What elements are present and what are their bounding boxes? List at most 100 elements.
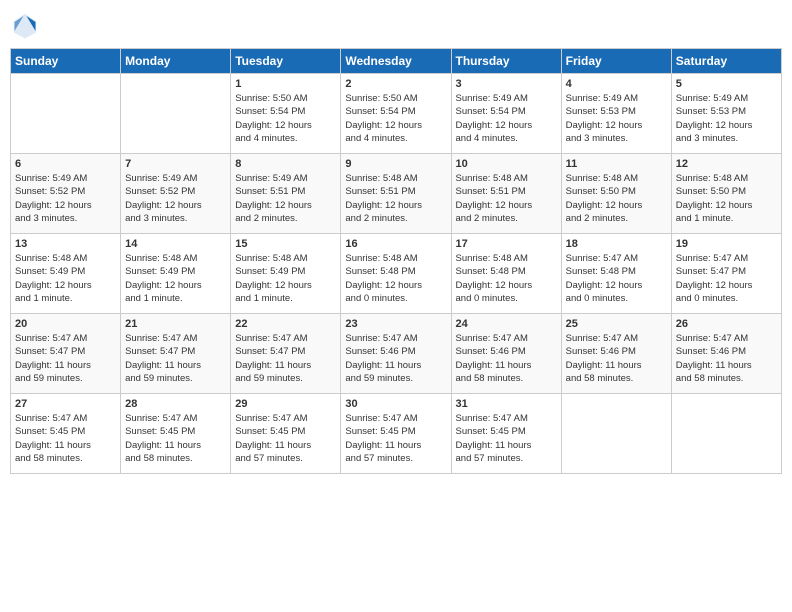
calendar-cell (121, 74, 231, 154)
day-number: 3 (456, 78, 557, 90)
day-number: 20 (15, 318, 116, 330)
calendar-cell: 8 Sunrise: 5:49 AM Sunset: 5:51 PM Daylig… (231, 154, 341, 234)
day-number: 13 (15, 238, 116, 250)
day-info: Sunrise: 5:49 AM Sunset: 5:52 PM Dayligh… (125, 172, 226, 225)
calendar-cell: 30 Sunrise: 5:47 AM Sunset: 5:45 PM Dayli… (341, 394, 451, 474)
calendar-cell: 12 Sunrise: 5:48 AM Sunset: 5:50 PM Dayli… (671, 154, 781, 234)
day-info: Sunrise: 5:49 AM Sunset: 5:53 PM Dayligh… (676, 92, 777, 145)
logo-icon (10, 10, 40, 40)
day-number: 17 (456, 238, 557, 250)
logo (10, 10, 44, 40)
day-info: Sunrise: 5:48 AM Sunset: 5:48 PM Dayligh… (345, 252, 446, 305)
day-number: 18 (566, 238, 667, 250)
day-info: Sunrise: 5:47 AM Sunset: 5:47 PM Dayligh… (235, 332, 336, 385)
day-number: 30 (345, 398, 446, 410)
calendar-cell: 9 Sunrise: 5:48 AM Sunset: 5:51 PM Daylig… (341, 154, 451, 234)
calendar-cell: 19Sunrise: 5:47 AM Sunset: 5:47 PM Dayli… (671, 234, 781, 314)
day-info: Sunrise: 5:47 AM Sunset: 5:45 PM Dayligh… (125, 412, 226, 465)
calendar-table: SundayMondayTuesdayWednesdayThursdayFrid… (10, 48, 782, 474)
day-number: 29 (235, 398, 336, 410)
day-info: Sunrise: 5:47 AM Sunset: 5:47 PM Dayligh… (125, 332, 226, 385)
day-info: Sunrise: 5:47 AM Sunset: 5:45 PM Dayligh… (15, 412, 116, 465)
day-number: 14 (125, 238, 226, 250)
day-info: Sunrise: 5:47 AM Sunset: 5:46 PM Dayligh… (456, 332, 557, 385)
calendar-cell: 31 Sunrise: 5:47 AM Sunset: 5:45 PM Dayli… (451, 394, 561, 474)
day-header-monday: Monday (121, 49, 231, 74)
calendar-cell: 5 Sunrise: 5:49 AM Sunset: 5:53 PM Daylig… (671, 74, 781, 154)
day-info: Sunrise: 5:50 AM Sunset: 5:54 PM Dayligh… (235, 92, 336, 145)
calendar-cell: 28 Sunrise: 5:47 AM Sunset: 5:45 PM Dayli… (121, 394, 231, 474)
day-number: 19 (676, 238, 777, 250)
calendar-cell: 25Sunrise: 5:47 AM Sunset: 5:46 PM Dayli… (561, 314, 671, 394)
day-info: Sunrise: 5:47 AM Sunset: 5:45 PM Dayligh… (456, 412, 557, 465)
day-number: 27 (15, 398, 116, 410)
day-info: Sunrise: 5:48 AM Sunset: 5:50 PM Dayligh… (676, 172, 777, 225)
day-info: Sunrise: 5:48 AM Sunset: 5:48 PM Dayligh… (456, 252, 557, 305)
day-info: Sunrise: 5:48 AM Sunset: 5:49 PM Dayligh… (235, 252, 336, 305)
calendar-cell (671, 394, 781, 474)
day-header-friday: Friday (561, 49, 671, 74)
day-header-tuesday: Tuesday (231, 49, 341, 74)
day-number: 16 (345, 238, 446, 250)
day-number: 9 (345, 158, 446, 170)
calendar-header-row: SundayMondayTuesdayWednesdayThursdayFrid… (11, 49, 782, 74)
day-info: Sunrise: 5:50 AM Sunset: 5:54 PM Dayligh… (345, 92, 446, 145)
calendar-week-1: 1 Sunrise: 5:50 AM Sunset: 5:54 PM Daylig… (11, 74, 782, 154)
calendar-cell: 2Sunrise: 5:50 AM Sunset: 5:54 PM Daylig… (341, 74, 451, 154)
day-number: 4 (566, 78, 667, 90)
calendar-cell: 15 Sunrise: 5:48 AM Sunset: 5:49 PM Dayli… (231, 234, 341, 314)
calendar-body: 1 Sunrise: 5:50 AM Sunset: 5:54 PM Daylig… (11, 74, 782, 474)
page-header (10, 10, 782, 40)
calendar-cell: 6Sunrise: 5:49 AM Sunset: 5:52 PM Daylig… (11, 154, 121, 234)
calendar-cell: 18 Sunrise: 5:47 AM Sunset: 5:48 PM Dayli… (561, 234, 671, 314)
day-info: Sunrise: 5:49 AM Sunset: 5:54 PM Dayligh… (456, 92, 557, 145)
day-number: 15 (235, 238, 336, 250)
day-number: 8 (235, 158, 336, 170)
calendar-cell: 3 Sunrise: 5:49 AM Sunset: 5:54 PM Daylig… (451, 74, 561, 154)
calendar-cell: 7Sunrise: 5:49 AM Sunset: 5:52 PM Daylig… (121, 154, 231, 234)
calendar-cell: 29 Sunrise: 5:47 AM Sunset: 5:45 PM Dayli… (231, 394, 341, 474)
day-number: 10 (456, 158, 557, 170)
day-number: 1 (235, 78, 336, 90)
day-number: 22 (235, 318, 336, 330)
day-info: Sunrise: 5:49 AM Sunset: 5:53 PM Dayligh… (566, 92, 667, 145)
calendar-cell: 22 Sunrise: 5:47 AM Sunset: 5:47 PM Dayli… (231, 314, 341, 394)
day-info: Sunrise: 5:47 AM Sunset: 5:48 PM Dayligh… (566, 252, 667, 305)
day-info: Sunrise: 5:47 AM Sunset: 5:47 PM Dayligh… (15, 332, 116, 385)
day-info: Sunrise: 5:49 AM Sunset: 5:52 PM Dayligh… (15, 172, 116, 225)
calendar-week-2: 6Sunrise: 5:49 AM Sunset: 5:52 PM Daylig… (11, 154, 782, 234)
calendar-cell (561, 394, 671, 474)
day-number: 25 (566, 318, 667, 330)
calendar-cell (11, 74, 121, 154)
calendar-cell: 26Sunrise: 5:47 AM Sunset: 5:46 PM Dayli… (671, 314, 781, 394)
calendar-cell: 11 Sunrise: 5:48 AM Sunset: 5:50 PM Dayli… (561, 154, 671, 234)
calendar-cell: 14Sunrise: 5:48 AM Sunset: 5:49 PM Dayli… (121, 234, 231, 314)
day-info: Sunrise: 5:47 AM Sunset: 5:45 PM Dayligh… (345, 412, 446, 465)
calendar-cell: 21Sunrise: 5:47 AM Sunset: 5:47 PM Dayli… (121, 314, 231, 394)
day-number: 11 (566, 158, 667, 170)
calendar-cell: 13 Sunrise: 5:48 AM Sunset: 5:49 PM Dayli… (11, 234, 121, 314)
day-header-sunday: Sunday (11, 49, 121, 74)
day-number: 31 (456, 398, 557, 410)
calendar-cell: 4 Sunrise: 5:49 AM Sunset: 5:53 PM Daylig… (561, 74, 671, 154)
day-info: Sunrise: 5:48 AM Sunset: 5:51 PM Dayligh… (345, 172, 446, 225)
day-header-thursday: Thursday (451, 49, 561, 74)
day-info: Sunrise: 5:47 AM Sunset: 5:46 PM Dayligh… (676, 332, 777, 385)
calendar-cell: 24Sunrise: 5:47 AM Sunset: 5:46 PM Dayli… (451, 314, 561, 394)
calendar-cell: 16 Sunrise: 5:48 AM Sunset: 5:48 PM Dayli… (341, 234, 451, 314)
day-number: 28 (125, 398, 226, 410)
calendar-cell: 17 Sunrise: 5:48 AM Sunset: 5:48 PM Dayli… (451, 234, 561, 314)
calendar-cell: 23Sunrise: 5:47 AM Sunset: 5:46 PM Dayli… (341, 314, 451, 394)
day-number: 12 (676, 158, 777, 170)
day-header-wednesday: Wednesday (341, 49, 451, 74)
day-info: Sunrise: 5:48 AM Sunset: 5:50 PM Dayligh… (566, 172, 667, 225)
day-info: Sunrise: 5:47 AM Sunset: 5:45 PM Dayligh… (235, 412, 336, 465)
calendar-week-3: 13 Sunrise: 5:48 AM Sunset: 5:49 PM Dayli… (11, 234, 782, 314)
day-number: 5 (676, 78, 777, 90)
day-info: Sunrise: 5:48 AM Sunset: 5:49 PM Dayligh… (15, 252, 116, 305)
day-info: Sunrise: 5:49 AM Sunset: 5:51 PM Dayligh… (235, 172, 336, 225)
calendar-cell: 20 Sunrise: 5:47 AM Sunset: 5:47 PM Dayli… (11, 314, 121, 394)
day-info: Sunrise: 5:48 AM Sunset: 5:51 PM Dayligh… (456, 172, 557, 225)
calendar-week-4: 20 Sunrise: 5:47 AM Sunset: 5:47 PM Dayli… (11, 314, 782, 394)
day-header-saturday: Saturday (671, 49, 781, 74)
